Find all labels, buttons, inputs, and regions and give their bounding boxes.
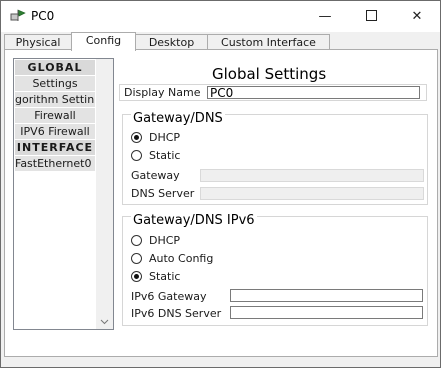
gateway-static-radio[interactable] — [131, 150, 142, 161]
ipv6-auto-config-label: Auto Config — [149, 252, 214, 265]
ipv6-dhcp-label: DHCP — [149, 234, 181, 247]
sidebar-item-settings[interactable]: Settings — [15, 76, 95, 91]
app-window: PC0 — ✕ Physical Config Desktop Custom I… — [0, 0, 441, 368]
minimize-icon: — — [318, 9, 332, 24]
gateway-dns-title: Gateway/DNS — [131, 111, 225, 126]
gateway-field[interactable] — [200, 169, 424, 182]
ipv6-static-label: Static — [149, 270, 181, 283]
sidebar-scrollbar[interactable] — [96, 59, 113, 329]
title-bar[interactable]: PC0 — ✕ — [1, 1, 440, 32]
sidebar-header-interface: INTERFACE — [15, 140, 95, 155]
gateway-dns-group: Gateway/DNS DHCP Static Gateway DNS Serv… — [122, 111, 428, 205]
close-button[interactable]: ✕ — [394, 1, 440, 32]
ipv6-gateway-label: IPv6 Gateway — [131, 290, 207, 303]
packet-tracer-pc-icon — [10, 9, 26, 23]
tab-desktop[interactable]: Desktop — [135, 34, 208, 50]
maximize-icon — [365, 10, 377, 21]
ipv6-static-radio[interactable] — [131, 271, 142, 282]
ipv6-gateway-input[interactable] — [230, 289, 423, 302]
dns-server-field[interactable] — [200, 187, 424, 200]
display-name-input[interactable]: PC0 — [207, 86, 420, 100]
close-icon: ✕ — [411, 9, 423, 24]
config-sidebar: GLOBAL Settings gorithm Settin Firewall … — [13, 58, 114, 330]
gateway-dhcp-label: DHCP — [149, 131, 181, 144]
gateway-label: Gateway — [131, 169, 180, 182]
chevron-down-icon[interactable] — [100, 317, 109, 326]
gateway-dns-ipv6-title: Gateway/DNS IPv6 — [131, 213, 257, 228]
dns-server-label: DNS Server — [131, 187, 195, 200]
display-name-row: Display Name PC0 — [119, 84, 427, 101]
gateway-static-label: Static — [149, 149, 181, 162]
tab-custom-interface[interactable]: Custom Interface — [207, 34, 330, 50]
ipv6-auto-config-radio[interactable] — [131, 253, 142, 264]
sidebar-list: GLOBAL Settings gorithm Settin Firewall … — [14, 59, 96, 329]
sidebar-item-algorithm-settings[interactable]: gorithm Settin — [15, 92, 95, 107]
sidebar-item-ipv6-firewall[interactable]: IPV6 Firewall — [15, 124, 95, 139]
display-name-label: Display Name — [124, 86, 201, 99]
maximize-button[interactable] — [348, 1, 394, 32]
ipv6-dhcp-radio[interactable] — [131, 235, 142, 246]
gateway-dhcp-radio[interactable] — [131, 132, 142, 143]
tab-config[interactable]: Config — [71, 32, 136, 51]
minimize-button[interactable]: — — [302, 1, 348, 32]
sidebar-item-firewall[interactable]: Firewall — [15, 108, 95, 123]
ipv6-dns-server-input[interactable] — [230, 306, 423, 319]
sidebar-header-global: GLOBAL — [15, 60, 95, 75]
window-title: PC0 — [31, 9, 55, 23]
gateway-dns-ipv6-group: Gateway/DNS IPv6 DHCP Auto Config Static… — [122, 213, 428, 326]
page-title: Global Settings — [212, 65, 327, 83]
ipv6-dns-server-label: IPv6 DNS Server — [131, 307, 222, 320]
tab-physical[interactable]: Physical — [4, 34, 72, 50]
config-panel: GLOBAL Settings gorithm Settin Firewall … — [4, 49, 438, 357]
sidebar-item-fastethernet0[interactable]: FastEthernet0 — [15, 156, 95, 171]
